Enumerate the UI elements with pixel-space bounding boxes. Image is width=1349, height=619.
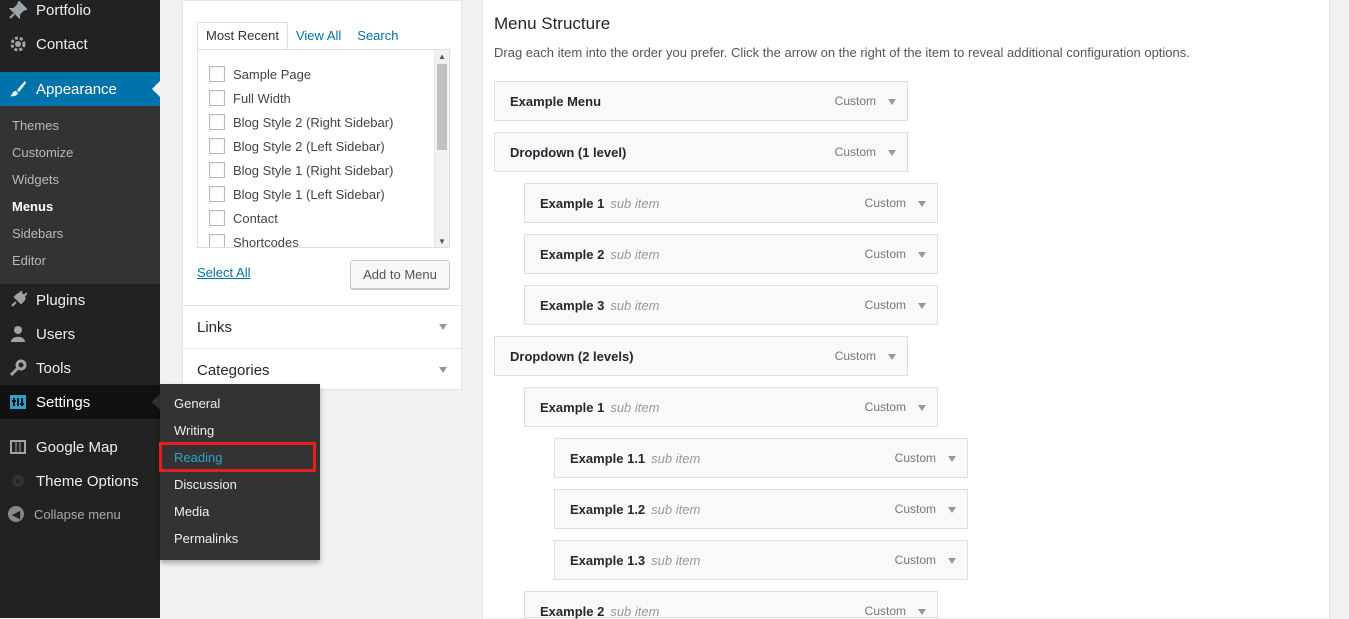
list-item[interactable]: Full Width bbox=[209, 89, 291, 107]
checkbox[interactable] bbox=[209, 90, 225, 106]
admin-sidebar: Portfolio Contact Appearance Themes Cust… bbox=[0, 0, 160, 618]
checklist-scrollbar[interactable]: ▲ ▼ bbox=[434, 50, 449, 247]
pages-metabox: Most Recent View All Search Sample Page … bbox=[182, 0, 462, 390]
menu-google-map[interactable]: Google Map bbox=[0, 430, 160, 464]
tab-most-recent[interactable]: Most Recent bbox=[197, 22, 288, 51]
tab-search[interactable]: Search bbox=[349, 22, 406, 49]
gear-icon bbox=[8, 34, 28, 54]
appearance-submenu: Themes Customize Widgets Menus Sidebars … bbox=[0, 106, 160, 284]
settings-icon bbox=[8, 392, 28, 412]
menu-contact[interactable]: Contact bbox=[0, 27, 160, 61]
plug-icon bbox=[8, 290, 28, 310]
flyout-writing[interactable]: Writing bbox=[174, 423, 214, 438]
checkbox[interactable] bbox=[209, 162, 225, 178]
submenu-editor[interactable]: Editor bbox=[12, 253, 46, 268]
checkbox[interactable] bbox=[209, 186, 225, 202]
expand-arrow-icon[interactable] bbox=[948, 507, 956, 513]
menu-structure-description: Drag each item into the order you prefer… bbox=[494, 45, 1190, 60]
wrench-icon bbox=[8, 358, 28, 378]
flyout-general[interactable]: General bbox=[174, 396, 220, 411]
list-item[interactable]: Blog Style 2 (Left Sidebar) bbox=[209, 137, 385, 155]
collapse-menu[interactable]: ◀ Collapse menu bbox=[8, 506, 121, 522]
scroll-up-icon[interactable]: ▲ bbox=[435, 50, 449, 62]
list-item[interactable]: Blog Style 2 (Right Sidebar) bbox=[209, 113, 393, 131]
paintbrush-icon bbox=[8, 79, 28, 99]
expand-arrow-icon[interactable] bbox=[918, 405, 926, 411]
accordion-links[interactable]: Links bbox=[183, 305, 461, 348]
scroll-down-icon[interactable]: ▼ bbox=[435, 235, 449, 247]
checkbox[interactable] bbox=[209, 66, 225, 82]
pages-tabs: Most Recent View All Search bbox=[197, 22, 406, 51]
menu-settings[interactable]: Settings bbox=[0, 385, 160, 419]
submenu-menus[interactable]: Menus bbox=[12, 199, 53, 214]
user-icon bbox=[8, 324, 28, 344]
list-item[interactable]: Contact bbox=[209, 209, 278, 227]
menu-structure-panel: Menu Structure Drag each item into the o… bbox=[482, 0, 1330, 619]
menu-theme-options[interactable]: Theme Options bbox=[0, 464, 160, 498]
menu-item[interactable]: Example 2 sub item Custom bbox=[524, 591, 938, 619]
select-all-link[interactable]: Select All bbox=[197, 265, 250, 280]
expand-arrow-icon[interactable] bbox=[948, 456, 956, 462]
menu-structure-title: Menu Structure bbox=[494, 14, 611, 33]
checkbox[interactable] bbox=[209, 210, 225, 226]
flyout-media[interactable]: Media bbox=[174, 504, 209, 519]
list-item[interactable]: Sample Page bbox=[209, 65, 311, 83]
menu-portfolio[interactable]: Portfolio bbox=[0, 0, 160, 27]
submenu-customize[interactable]: Customize bbox=[12, 145, 73, 160]
submenu-themes[interactable]: Themes bbox=[12, 118, 59, 133]
menu-users[interactable]: Users bbox=[0, 317, 160, 351]
expand-arrow-icon[interactable] bbox=[888, 354, 896, 360]
expand-arrow-icon[interactable] bbox=[948, 558, 956, 564]
pin-icon bbox=[8, 0, 28, 20]
settings-flyout-menu: General Writing Reading Discussion Media… bbox=[160, 384, 320, 560]
menu-item[interactable]: Example 1.2 sub item Custom bbox=[554, 489, 968, 529]
menu-item[interactable]: Example 3 sub item Custom bbox=[524, 285, 938, 325]
tab-view-all[interactable]: View All bbox=[288, 22, 349, 49]
flyout-permalinks[interactable]: Permalinks bbox=[174, 531, 238, 546]
menu-item[interactable]: Example 1.1 sub item Custom bbox=[554, 438, 968, 478]
expand-arrow-icon[interactable] bbox=[888, 150, 896, 156]
menu-item[interactable]: Example 1 sub item Custom bbox=[524, 183, 938, 223]
chevron-down-icon bbox=[439, 367, 447, 373]
menu-appearance[interactable]: Appearance bbox=[0, 72, 160, 106]
circle-icon bbox=[8, 471, 28, 491]
pages-checklist: Sample Page Full Width Blog Style 2 (Rig… bbox=[197, 49, 450, 248]
expand-arrow-icon[interactable] bbox=[918, 609, 926, 615]
submenu-sidebars[interactable]: Sidebars bbox=[12, 226, 63, 241]
scrollbar-thumb[interactable] bbox=[437, 64, 447, 150]
map-icon bbox=[8, 437, 28, 457]
menu-item[interactable]: Example 1.3 sub item Custom bbox=[554, 540, 968, 580]
add-to-menu-button[interactable]: Add to Menu bbox=[350, 260, 450, 289]
checkbox[interactable] bbox=[209, 114, 225, 130]
menu-plugins[interactable]: Plugins bbox=[0, 283, 160, 317]
reading-highlight-box bbox=[159, 442, 316, 472]
menu-item[interactable]: Dropdown (2 levels) Custom bbox=[494, 336, 908, 376]
menu-item[interactable]: Example 1 sub item Custom bbox=[524, 387, 938, 427]
flyout-discussion[interactable]: Discussion bbox=[174, 477, 237, 492]
list-item[interactable]: Blog Style 1 (Left Sidebar) bbox=[209, 185, 385, 203]
expand-arrow-icon[interactable] bbox=[918, 201, 926, 207]
menu-item[interactable]: Example 2 sub item Custom bbox=[524, 234, 938, 274]
collapse-arrow-icon: ◀ bbox=[8, 506, 24, 522]
list-item[interactable]: Blog Style 1 (Right Sidebar) bbox=[209, 161, 393, 179]
list-item[interactable]: Shortcodes bbox=[209, 233, 299, 247]
menu-item[interactable]: Example Menu Custom bbox=[494, 81, 908, 121]
expand-arrow-icon[interactable] bbox=[918, 252, 926, 258]
checkbox[interactable] bbox=[209, 234, 225, 247]
chevron-down-icon bbox=[439, 324, 447, 330]
expand-arrow-icon[interactable] bbox=[918, 303, 926, 309]
menu-tools[interactable]: Tools bbox=[0, 351, 160, 385]
submenu-widgets[interactable]: Widgets bbox=[12, 172, 59, 187]
menu-item[interactable]: Dropdown (1 level) Custom bbox=[494, 132, 908, 172]
checkbox[interactable] bbox=[209, 138, 225, 154]
expand-arrow-icon[interactable] bbox=[888, 99, 896, 105]
